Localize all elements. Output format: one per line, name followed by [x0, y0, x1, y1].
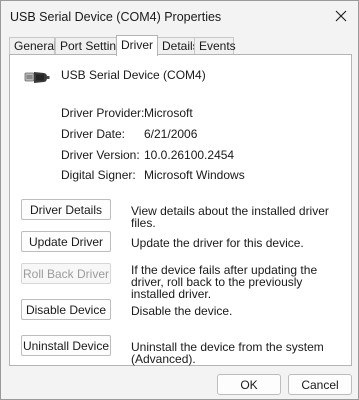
title-bar[interactable]: USB Serial Device (COM4) Properties — [1, 1, 358, 33]
close-button[interactable] — [323, 1, 359, 31]
driver-details-description: View details about the installed driver … — [131, 204, 329, 230]
digital-signer-value: Microsoft Windows — [144, 168, 245, 182]
tab-events[interactable]: Events — [194, 37, 236, 55]
tab-port-settings[interactable]: Port Settings — [55, 37, 129, 55]
roll-back-driver-description: If the device fails after updating the d… — [131, 263, 318, 301]
uninstall-device-description: Uninstall the device from the system (Ad… — [131, 340, 324, 366]
driver-date-label: Driver Date: — [61, 127, 126, 141]
digital-signer-label: Digital Signer: — [61, 168, 136, 182]
disable-device-description: Disable the device. — [131, 304, 233, 318]
tab-details[interactable]: Details — [157, 37, 199, 55]
driver-provider-value: Microsoft — [144, 106, 193, 120]
close-icon — [335, 10, 347, 22]
device-name: USB Serial Device (COM4) — [61, 68, 206, 82]
tab-driver[interactable]: Driver — [116, 35, 158, 56]
roll-back-driver-button: Roll Back Driver — [21, 263, 111, 284]
properties-dialog: USB Serial Device (COM4) Properties Gene… — [0, 0, 359, 400]
uninstall-device-button[interactable]: Uninstall Device — [21, 335, 111, 356]
driver-tab-panel: USB Serial Device (COM4) Driver Provider… — [9, 54, 352, 366]
driver-version-value: 10.0.26100.2454 — [144, 148, 235, 162]
ok-button[interactable]: OK — [217, 374, 281, 395]
driver-version-label: Driver Version: — [61, 148, 140, 162]
driver-details-button[interactable]: Driver Details — [21, 199, 111, 220]
tab-general[interactable]: General — [9, 37, 57, 55]
window-title: USB Serial Device (COM4) Properties — [10, 10, 222, 24]
cancel-button[interactable]: Cancel — [288, 374, 352, 395]
driver-date-value: 6/21/2006 — [144, 127, 198, 141]
update-driver-button[interactable]: Update Driver — [21, 231, 111, 252]
update-driver-description: Update the driver for this device. — [131, 236, 304, 250]
usb-connector-icon — [24, 72, 50, 83]
disable-device-button[interactable]: Disable Device — [21, 299, 111, 320]
driver-provider-label: Driver Provider: — [61, 106, 145, 120]
tab-strip: General Port Settings Driver Details Eve… — [9, 35, 354, 56]
